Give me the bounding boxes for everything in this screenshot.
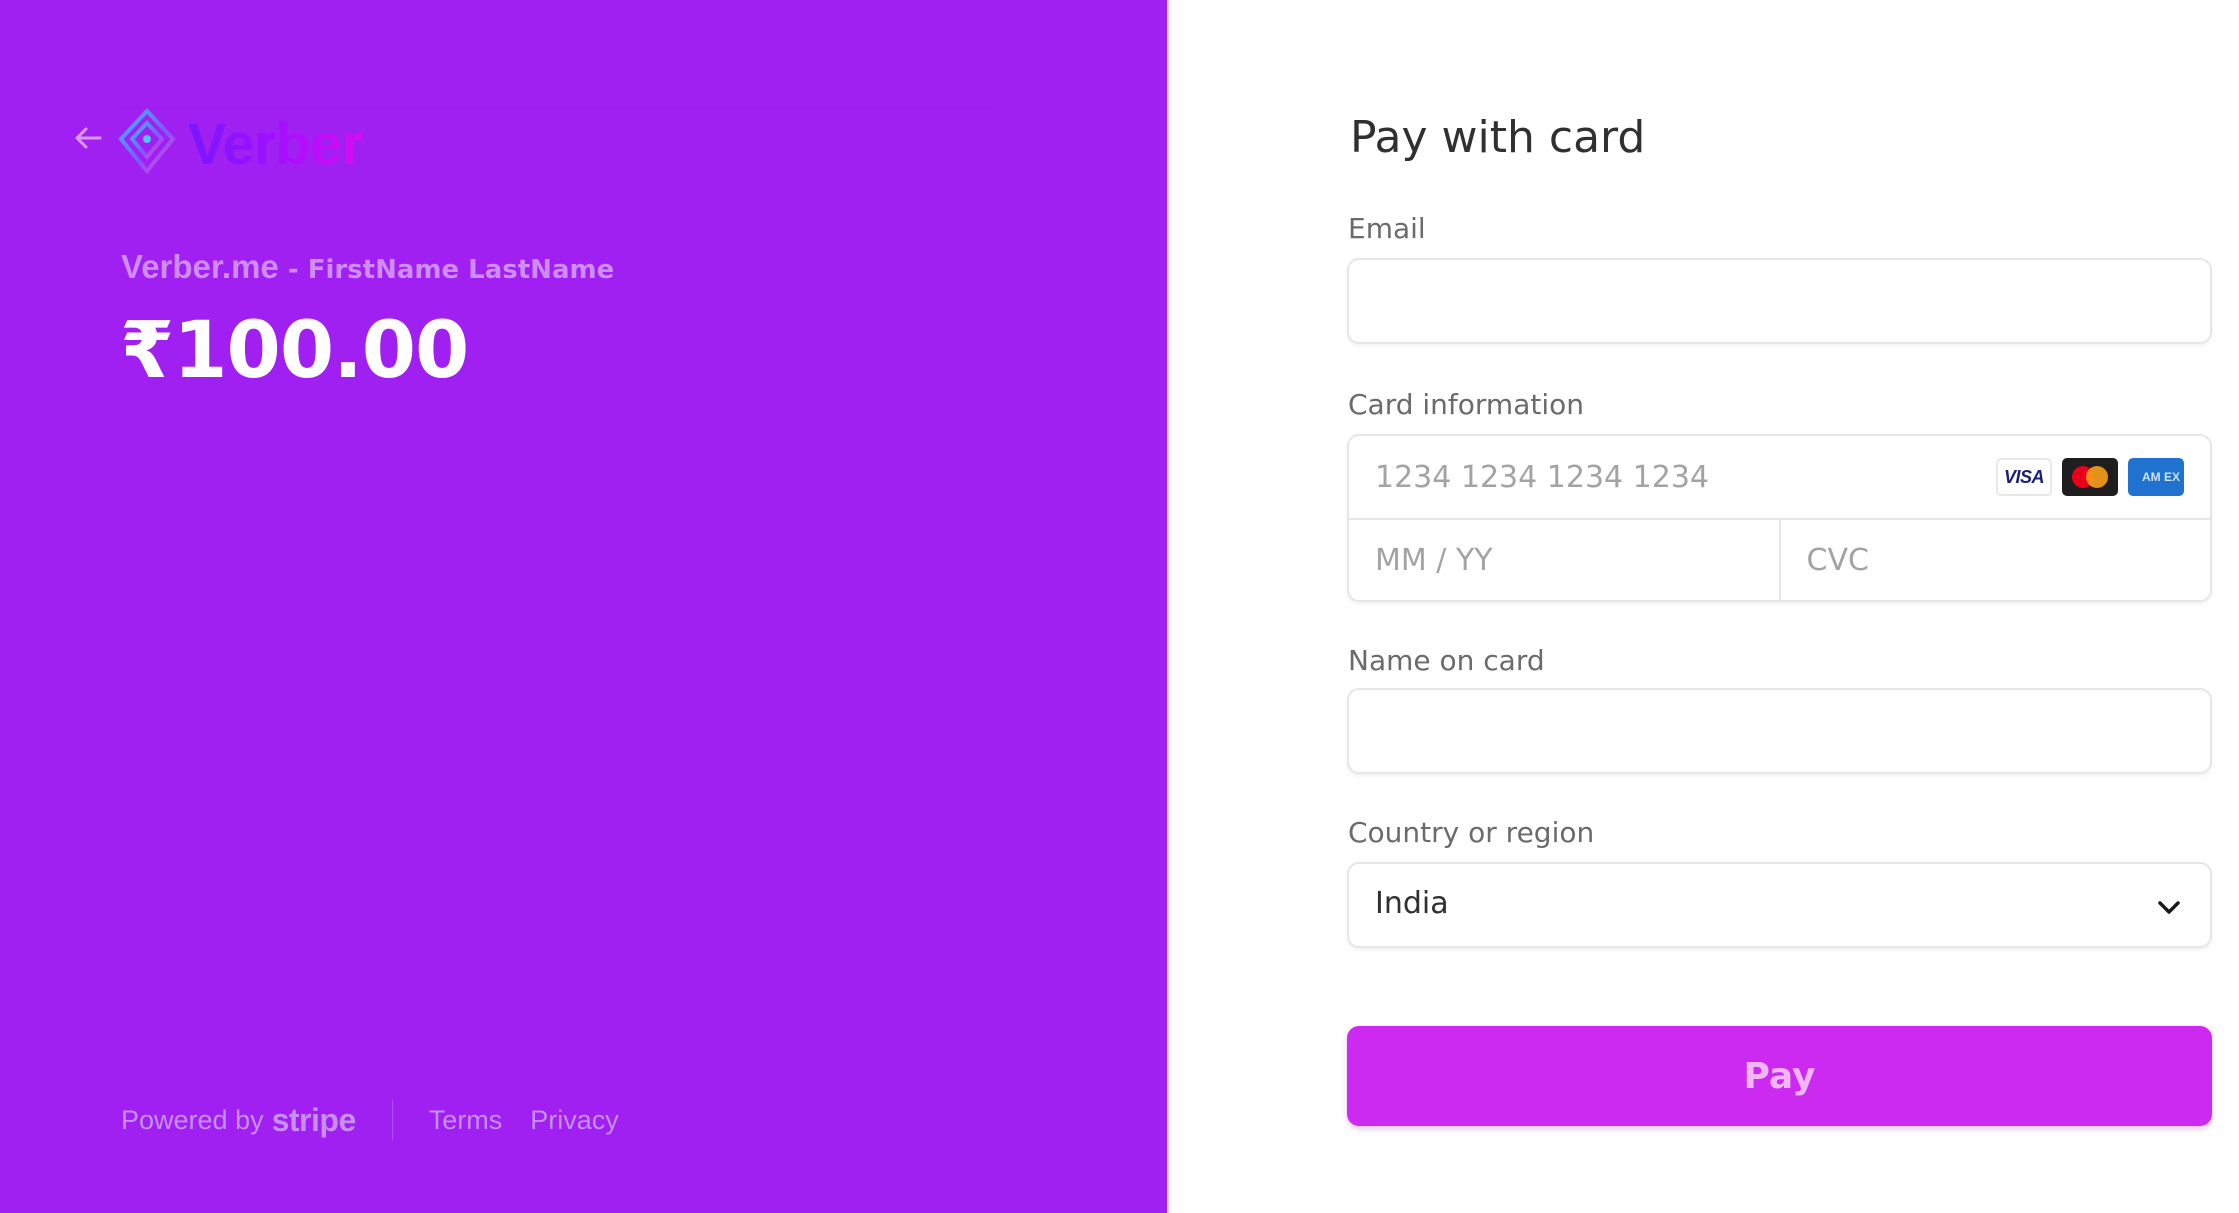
merchant-name: Verber.me: [121, 248, 279, 285]
page-title: Pay with card: [1350, 112, 1646, 163]
chevron-down-icon: [2158, 901, 2180, 914]
logo-text: Verber: [188, 112, 364, 177]
cvc-input[interactable]: [1780, 520, 2210, 600]
customer-name: FirstName LastName: [307, 255, 615, 285]
arrow-left-icon: [75, 127, 102, 149]
card-info-group: VISA AM EX: [1347, 434, 2212, 602]
panel-divider: [1167, 0, 1169, 1213]
separator: -: [278, 255, 308, 285]
powered-by-label: Powered by: [121, 1104, 264, 1135]
total-amount: ₹100.00: [120, 306, 469, 396]
expiry-input[interactable]: [1349, 520, 1779, 600]
order-summary-panel: [0, 0, 1167, 1213]
amex-icon: AM EX: [2128, 458, 2184, 496]
mastercard-icon: [2062, 458, 2118, 496]
back-button[interactable]: [72, 122, 104, 154]
terms-link[interactable]: Terms: [429, 1105, 503, 1136]
card-info-label: Card information: [1348, 388, 1585, 421]
name-on-card-label: Name on card: [1348, 644, 1545, 677]
header-divider: [120, 107, 990, 108]
footer-separator: [391, 1100, 393, 1140]
email-label: Email: [1348, 212, 1426, 245]
email-input[interactable]: [1349, 260, 2210, 342]
name-on-card-input[interactable]: [1349, 690, 2210, 772]
verber-logo-icon: [118, 108, 176, 174]
country-label: Country or region: [1348, 816, 1595, 849]
country-select[interactable]: India: [1347, 862, 2212, 948]
merchant-line: Verber.me - FirstName LastName: [121, 248, 614, 286]
card-brands: VISA AM EX: [1996, 458, 2184, 496]
name-field-wrapper: [1347, 688, 2212, 774]
email-field-wrapper: [1347, 258, 2212, 344]
pay-button[interactable]: Pay: [1347, 1026, 2212, 1126]
visa-icon: VISA: [1996, 458, 2052, 496]
stripe-logo[interactable]: stripe: [272, 1102, 357, 1139]
footer: Powered by stripe Terms Privacy: [121, 1100, 647, 1140]
privacy-link[interactable]: Privacy: [530, 1105, 619, 1136]
country-selected-value: India: [1375, 886, 1449, 921]
